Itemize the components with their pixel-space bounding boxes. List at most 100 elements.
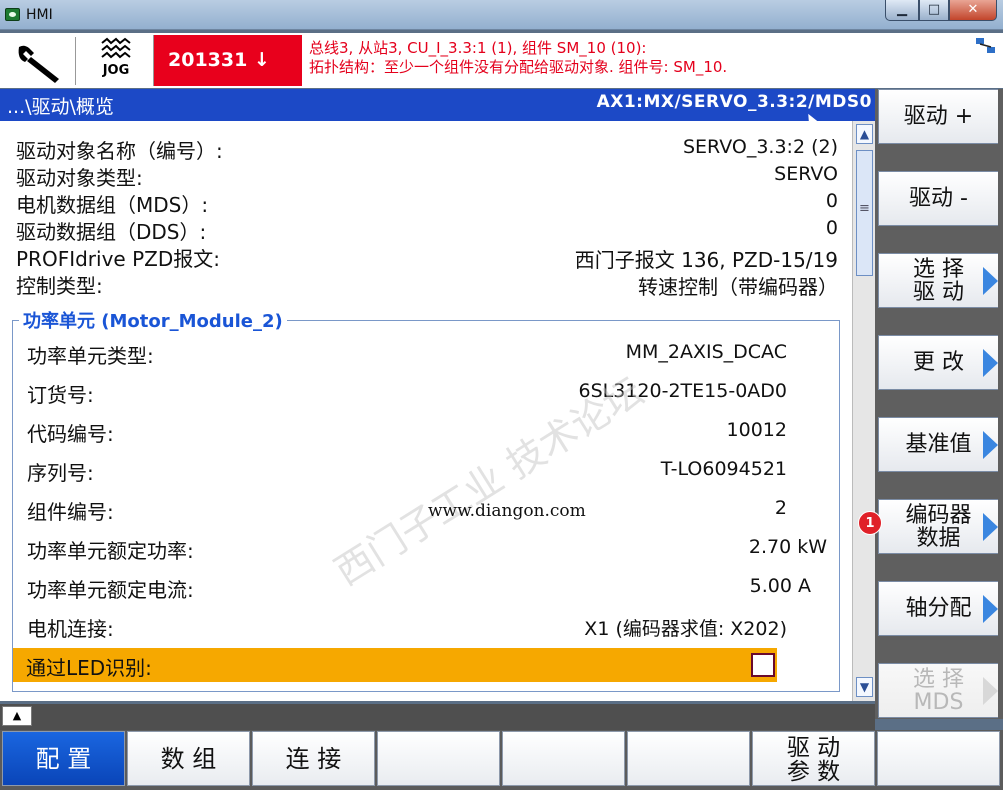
softkey-label: 编码器	[905, 503, 972, 528]
scroll-thumb[interactable]	[856, 150, 873, 276]
row-value: MM_2AXIS_DCAC	[625, 341, 787, 363]
softkey-config[interactable]: 配 置	[2, 731, 125, 786]
softkey-arrow-icon	[983, 267, 998, 295]
row-value: 5.00 A	[749, 575, 811, 597]
softkey-select-drive[interactable]: 选 择 驱 动	[878, 253, 998, 308]
softkey-select-mds: 选 择 MDS	[878, 663, 998, 718]
watermark-text: www.diangon.com	[428, 501, 586, 521]
softkey-empty-5[interactable]	[502, 731, 625, 786]
softkey-label: 选 择	[913, 667, 964, 692]
softkey-arrow-icon	[983, 677, 998, 705]
softkey-label: 参 数	[786, 759, 841, 785]
info-value: SERVO_3.3:2 (2)	[682, 136, 838, 158]
table-row: 电机连接: X1 (编码器求值: X202)	[13, 609, 839, 645]
table-row: 功率单元额定电流: 5.00 A	[13, 570, 839, 606]
alarm-code[interactable]: 201331 ↓	[154, 35, 302, 86]
hmi-app-icon	[5, 8, 20, 21]
row-value: 10012	[726, 419, 787, 441]
recall-bar	[0, 704, 875, 730]
softkey-label: 更 改	[913, 350, 964, 375]
jog-mode-button[interactable]: JOG	[78, 35, 154, 86]
softkey-label: 驱 动	[913, 280, 964, 305]
vertical-scrollbar[interactable]: ▲ ▼	[852, 121, 875, 701]
softkey-arrow-icon	[983, 431, 998, 459]
softkey-encoder-data[interactable]: 编码器 数据	[878, 499, 998, 554]
window-title: HMI	[26, 7, 53, 23]
drive-overview-panel: 驱动对象名称（编号）: SERVO_3.3:2 (2) 驱动对象类型: SERV…	[0, 121, 852, 701]
led-identify-checkbox[interactable]	[751, 653, 775, 677]
row-value: 2.70 kW	[748, 536, 827, 558]
wrench-icon	[18, 45, 59, 83]
row-value: X1 (编码器求值: X202)	[584, 618, 787, 640]
softkey-empty-8[interactable]	[877, 731, 1000, 786]
screen-header: ...\驱动\概览 AX1:MX/SERVO_3.3:2/MDS0	[0, 89, 875, 121]
softkey-data-sets[interactable]: 数 组	[127, 731, 250, 786]
alarm-message-line2: 拓扑结构：至少一个组件没有分配给驱动对象. 组件号: SM_10.	[309, 58, 728, 76]
softkey-arrow-icon	[983, 349, 998, 377]
softkey-change[interactable]: 更 改	[878, 335, 998, 390]
softkey-arrow-icon	[983, 595, 998, 623]
info-value: 西门子报文 136, PZD-15/19	[574, 248, 838, 272]
row-label: 电机连接:	[27, 617, 114, 641]
softkey-label: MDS	[913, 690, 964, 715]
info-value: 0	[825, 190, 838, 212]
network-icon	[976, 38, 995, 53]
info-label: 驱动对象名称（编号）:	[16, 139, 223, 163]
minimize-button[interactable]: ▁	[885, 0, 919, 21]
scroll-down-icon[interactable]: ▼	[856, 677, 873, 697]
hmi-window: HMI ▁ □ ✕ JOG 201331 ↓ 总线3, 从站3, CU_I_3.…	[0, 0, 1003, 790]
led-identify-row[interactable]: 通过LED识别:	[13, 648, 777, 682]
title-bar[interactable]: HMI ▁ □ ✕	[0, 0, 1003, 30]
annotation-badge: 1	[858, 511, 882, 535]
row-label: 代码编号:	[27, 422, 114, 446]
softkey-label: 基准值	[905, 432, 972, 457]
vertical-softkey-bar: 驱动 + 驱动 - 选 择 驱 动 更 改 基准值 编码器 数据 轴分配 选 择…	[875, 89, 1003, 719]
softkey-drive-parameters[interactable]: 驱 动 参 数	[752, 731, 875, 786]
info-value: 0	[825, 217, 838, 239]
softkey-label: 选 择	[913, 257, 964, 282]
maximize-button[interactable]: □	[919, 0, 949, 21]
row-label: 订货号:	[27, 383, 94, 407]
row-label: 功率单元类型:	[27, 344, 154, 368]
info-label: 电机数据组（MDS）:	[16, 193, 209, 217]
row-label: 序列号:	[27, 461, 94, 485]
softkey-connections[interactable]: 连 接	[252, 731, 375, 786]
info-value: 转速控制（带编码器）	[638, 275, 838, 299]
wrench-button[interactable]	[5, 37, 76, 85]
table-row: 订货号: 6SL3120-2TE15-0AD0	[13, 375, 839, 411]
softkey-empty-4[interactable]	[377, 731, 500, 786]
axis-identifier: AX1:MX/SERVO_3.3:2/MDS0	[596, 92, 872, 112]
info-label: 驱动数据组（DDS）:	[16, 220, 207, 244]
softkey-label: 数据	[916, 526, 961, 551]
window-controls: ▁ □ ✕	[885, 0, 997, 22]
scroll-up-icon[interactable]: ▲	[856, 124, 873, 144]
info-label: 控制类型:	[16, 274, 103, 298]
info-label: 驱动对象类型:	[16, 166, 143, 190]
row-label: 功率单元额定电流:	[27, 578, 194, 602]
table-row: 代码编号: 10012	[13, 414, 839, 450]
softkey-label: 轴分配	[905, 596, 972, 621]
row-label: 组件编号:	[27, 500, 114, 524]
close-button[interactable]: ✕	[949, 0, 997, 21]
softkey-label: 驱 动	[786, 735, 841, 761]
alarm-message-line1: 总线3, 从站3, CU_I_3.3:1 (1), 组件 SM_10 (10):	[309, 39, 647, 57]
info-label: PROFIdrive PZD报文:	[16, 247, 220, 271]
power-unit-group-title: 功率单元 (Motor_Module_2)	[19, 307, 287, 333]
table-row: 功率单元类型: MM_2AXIS_DCAC	[13, 336, 839, 372]
row-label: 功率单元额定功率:	[27, 539, 194, 563]
recall-up-icon[interactable]: ▲	[2, 706, 32, 726]
row-value: 2	[774, 497, 787, 519]
led-identify-label: 通过LED识别:	[26, 656, 152, 680]
info-value: SERVO	[774, 163, 838, 185]
softkey-drive-plus[interactable]: 驱动 +	[878, 89, 998, 144]
softkey-axis-assignment[interactable]: 轴分配	[878, 581, 998, 636]
softkey-arrow-icon	[983, 513, 998, 541]
softkey-empty-6[interactable]	[627, 731, 750, 786]
row-value: T-LO6094521	[660, 458, 787, 480]
softkey-drive-minus[interactable]: 驱动 -	[878, 171, 998, 226]
breadcrumb: ...\驱动\概览	[7, 96, 114, 118]
jog-waves-icon	[101, 37, 131, 59]
softkey-reference-value[interactable]: 基准值	[878, 417, 998, 472]
jog-label: JOG	[102, 63, 130, 78]
alarm-message[interactable]: 总线3, 从站3, CU_I_3.3:1 (1), 组件 SM_10 (10):…	[309, 39, 969, 77]
